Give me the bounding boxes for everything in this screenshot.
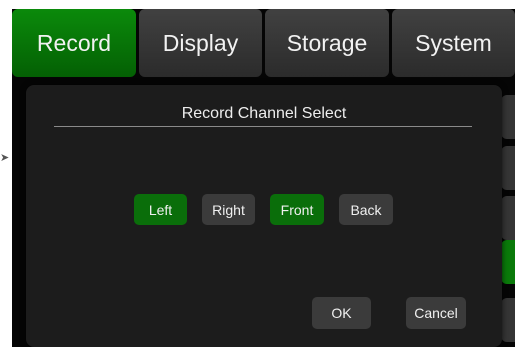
background-menu-item — [501, 298, 515, 342]
record-channel-dialog: Record Channel Select Left Right Front B… — [26, 85, 502, 347]
background-menu-item — [501, 196, 515, 240]
tab-storage[interactable]: Storage — [265, 9, 389, 77]
tab-system[interactable]: System — [392, 9, 515, 77]
tab-record[interactable]: Record — [12, 9, 136, 77]
channel-right-button[interactable]: Right — [202, 194, 255, 225]
background-menu-item — [501, 146, 515, 190]
channel-front-button[interactable]: Front — [270, 194, 324, 225]
background-menu-item-selected — [501, 240, 515, 284]
channel-left-button[interactable]: Left — [134, 194, 187, 225]
tab-display[interactable]: Display — [139, 9, 262, 77]
channel-back-button[interactable]: Back — [339, 194, 393, 225]
background-menu-item — [501, 95, 515, 139]
title-divider — [54, 126, 472, 127]
ok-button[interactable]: OK — [312, 297, 371, 329]
dialog-title: Record Channel Select — [181, 105, 347, 122]
cancel-button[interactable]: Cancel — [406, 297, 466, 329]
pointer-arrow-icon: ➤ — [0, 152, 10, 164]
